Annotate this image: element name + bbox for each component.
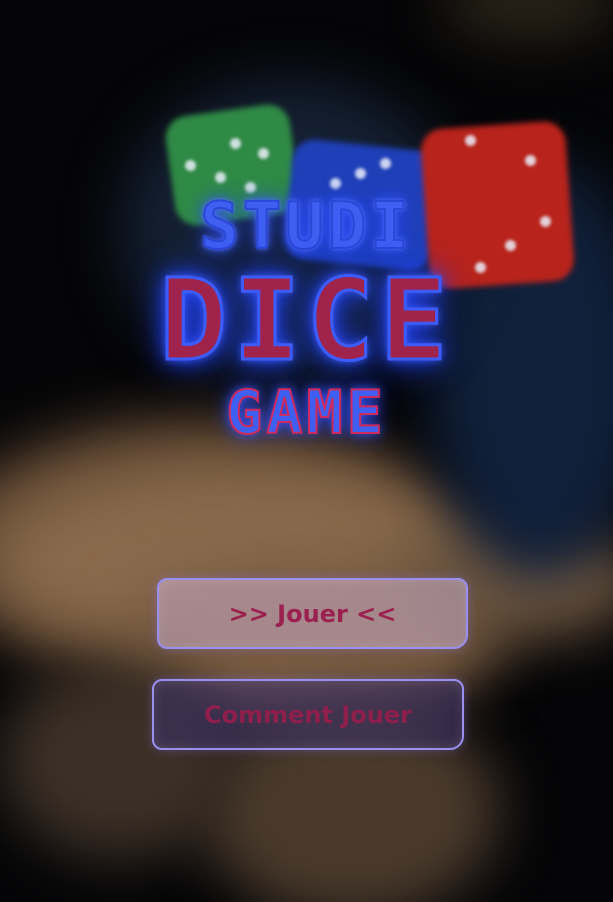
- how-to-play-button-label: Comment Jouer: [204, 700, 412, 729]
- game-title-logo: STUDI DICE GAME: [0, 190, 613, 448]
- title-dice: DICE: [158, 256, 454, 386]
- game-menu-screen: STUDI DICE GAME >> Jouer << Comment Joue…: [0, 0, 613, 902]
- title-studi: STUDI: [199, 190, 413, 264]
- how-to-play-button[interactable]: Comment Jouer: [152, 679, 464, 750]
- title-game: GAME: [225, 378, 387, 448]
- play-button[interactable]: >> Jouer <<: [157, 578, 468, 649]
- play-button-label: >> Jouer <<: [228, 599, 397, 628]
- background-image: [0, 0, 613, 902]
